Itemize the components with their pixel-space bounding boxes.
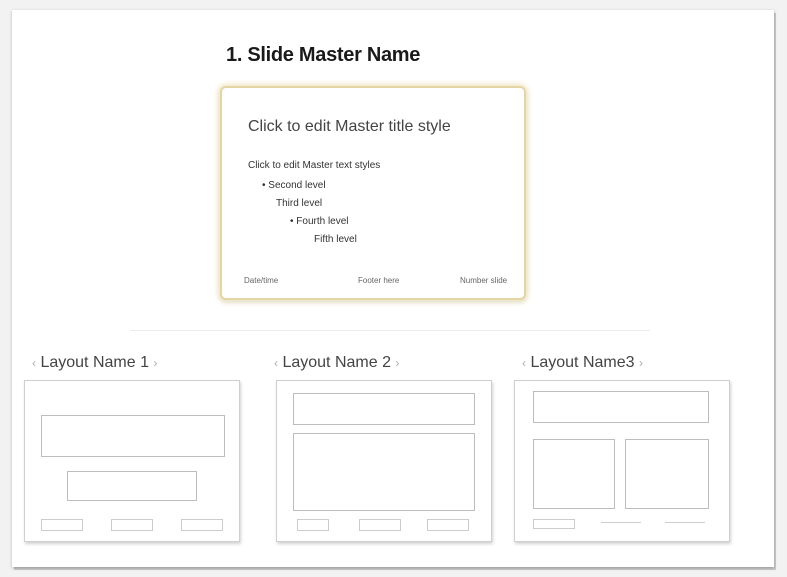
title-placeholder — [41, 415, 225, 457]
footer-center: Footer here — [358, 276, 400, 285]
text-level-2: • Second level — [262, 180, 326, 191]
title-placeholder — [293, 393, 475, 425]
connector-line — [130, 330, 650, 331]
left-content-placeholder — [533, 439, 615, 509]
bracket-open: ‹ — [274, 356, 278, 370]
slide-master-name: 1. Slide Master Name — [226, 44, 421, 66]
subtitle-placeholder — [67, 471, 197, 501]
slide-number-placeholder — [665, 522, 705, 523]
footer-number: Number slide — [460, 276, 508, 285]
layout-thumbnail-1[interactable] — [24, 380, 240, 542]
footer-date-placeholder — [41, 519, 83, 531]
text-level-3: Third level — [276, 198, 323, 209]
bracket-close: › — [153, 356, 158, 370]
footer-placeholder — [111, 519, 153, 531]
content-placeholder — [293, 433, 475, 511]
layout-name-3-label: Layout Name3 — [530, 354, 635, 371]
slide-number-placeholder — [427, 519, 469, 531]
layout-name-3: ‹ Layout Name3 › — [522, 354, 643, 372]
text-level-4: • Fourth level — [290, 216, 349, 227]
master-title-placeholder: Click to edit Master title style — [248, 118, 451, 135]
footer-placeholder — [359, 519, 401, 531]
layout-thumbnail-3[interactable] — [514, 380, 730, 542]
slide-master-thumbnail[interactable]: Click to edit Master title style Click t… — [220, 86, 526, 300]
bracket-close: › — [395, 356, 400, 370]
bracket-open: ‹ — [32, 356, 36, 370]
layout-thumbnail-2[interactable] — [276, 380, 492, 542]
footer-date-placeholder — [533, 519, 575, 529]
bracket-open: ‹ — [522, 356, 526, 370]
text-level-1: Click to edit Master text styles — [248, 160, 381, 171]
layout-name-2-label: Layout Name 2 — [282, 354, 391, 371]
bracket-close: › — [638, 356, 643, 370]
title-placeholder — [533, 391, 709, 423]
footer-date: Date/time — [244, 276, 279, 285]
layout-name-2: ‹ Layout Name 2 › — [274, 354, 399, 372]
footer-placeholder — [601, 522, 641, 523]
text-level-5: Fifth level — [314, 234, 357, 245]
right-content-placeholder — [625, 439, 709, 509]
footer-date-placeholder — [297, 519, 329, 531]
layout-name-1: ‹ Layout Name 1 › — [32, 354, 157, 372]
layout-name-1-label: Layout Name 1 — [40, 354, 149, 371]
slide-number-placeholder — [181, 519, 223, 531]
